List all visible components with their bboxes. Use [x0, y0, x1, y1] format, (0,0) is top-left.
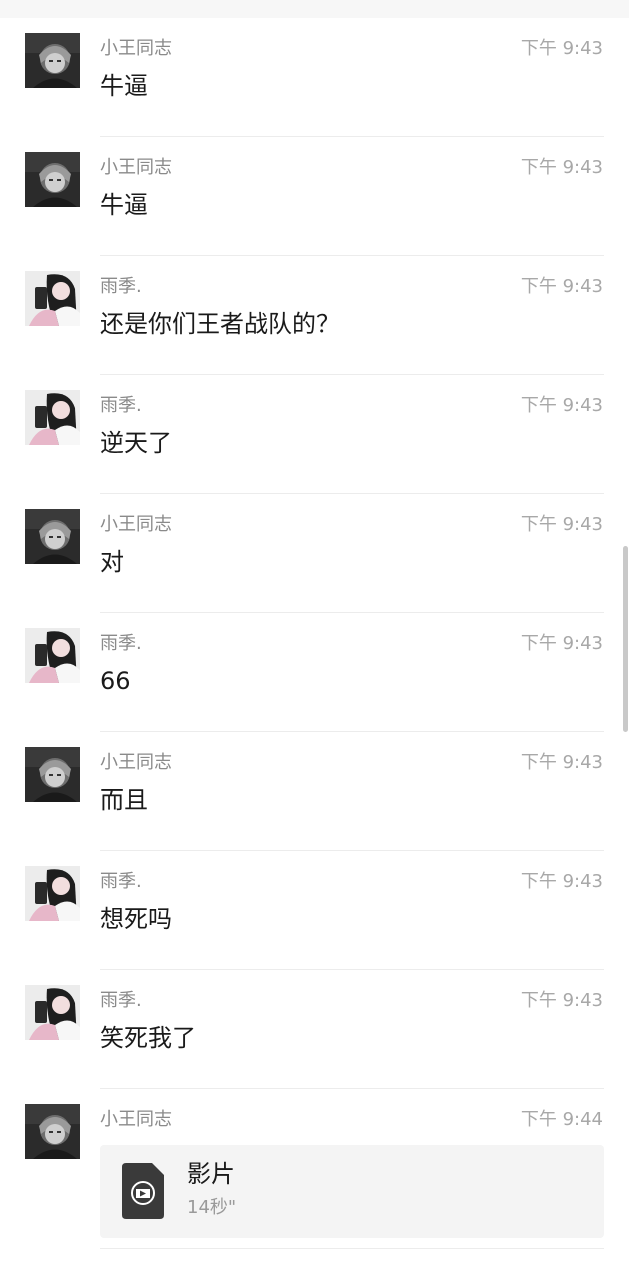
video-title: 影片: [187, 1160, 235, 1188]
message-time: 下午 9:44: [520, 1109, 603, 1130]
message-time: 下午 9:43: [520, 514, 603, 535]
message-text: 牛逼: [100, 72, 148, 100]
avatar[interactable]: [25, 985, 80, 1040]
message-time: 下午 9:43: [520, 752, 603, 773]
top-bar: [0, 0, 629, 18]
message-text: 笑死我了: [100, 1024, 196, 1052]
chat-message-video[interactable]: 小王同志 下午 9:44 影片 14秒": [0, 1089, 629, 1253]
message-text: 逆天了: [100, 429, 172, 457]
chat-message-list[interactable]: 小王同志 下午 9:43 牛逼 小王同志 下午 9:43 牛逼 雨季. 下午 9…: [0, 18, 629, 1253]
sender-name: 雨季.: [100, 276, 142, 297]
message-text: 对: [100, 548, 124, 576]
sender-name: 小王同志: [100, 157, 172, 178]
chat-message[interactable]: 雨季. 下午 9:43 笑死我了: [0, 970, 629, 1089]
chat-message[interactable]: 雨季. 下午 9:43 想死吗: [0, 851, 629, 970]
message-text: 还是你们王者战队的？: [100, 310, 340, 338]
video-attachment-card[interactable]: 影片 14秒": [100, 1145, 604, 1238]
message-text: 66: [100, 667, 131, 695]
chat-message[interactable]: 小王同志 下午 9:43 对: [0, 494, 629, 613]
message-time: 下午 9:43: [520, 990, 603, 1011]
video-duration: 14秒": [187, 1197, 237, 1218]
scrollbar[interactable]: [623, 546, 628, 732]
chat-message[interactable]: 雨季. 下午 9:43 逆天了: [0, 375, 629, 494]
sender-name: 雨季.: [100, 395, 142, 416]
video-file-icon: [122, 1163, 164, 1219]
avatar[interactable]: [25, 866, 80, 921]
avatar[interactable]: [25, 628, 80, 683]
chat-message[interactable]: 雨季. 下午 9:43 66: [0, 613, 629, 732]
message-text: 想死吗: [100, 905, 172, 933]
chat-message[interactable]: 小王同志 下午 9:43 牛逼: [0, 137, 629, 256]
sender-name: 雨季.: [100, 871, 142, 892]
avatar[interactable]: [25, 271, 80, 326]
message-time: 下午 9:43: [520, 276, 603, 297]
sender-name: 小王同志: [100, 514, 172, 535]
message-time: 下午 9:43: [520, 871, 603, 892]
chat-message[interactable]: 小王同志 下午 9:43 牛逼: [0, 18, 629, 137]
avatar[interactable]: [25, 1104, 80, 1159]
message-time: 下午 9:43: [520, 633, 603, 654]
avatar[interactable]: [25, 33, 80, 88]
divider: [100, 1248, 604, 1249]
message-time: 下午 9:43: [520, 157, 603, 178]
chat-message[interactable]: 雨季. 下午 9:43 还是你们王者战队的？: [0, 256, 629, 375]
avatar[interactable]: [25, 390, 80, 445]
message-text: 而且: [100, 786, 148, 814]
message-text: 牛逼: [100, 191, 148, 219]
sender-name: 小王同志: [100, 38, 172, 59]
sender-name: 雨季.: [100, 990, 142, 1011]
avatar[interactable]: [25, 152, 80, 207]
message-time: 下午 9:43: [520, 38, 603, 59]
avatar[interactable]: [25, 509, 80, 564]
message-time: 下午 9:43: [520, 395, 603, 416]
sender-name: 小王同志: [100, 752, 172, 773]
avatar[interactable]: [25, 747, 80, 802]
chat-message[interactable]: 小王同志 下午 9:43 而且: [0, 732, 629, 851]
sender-name: 雨季.: [100, 633, 142, 654]
sender-name: 小王同志: [100, 1109, 172, 1130]
